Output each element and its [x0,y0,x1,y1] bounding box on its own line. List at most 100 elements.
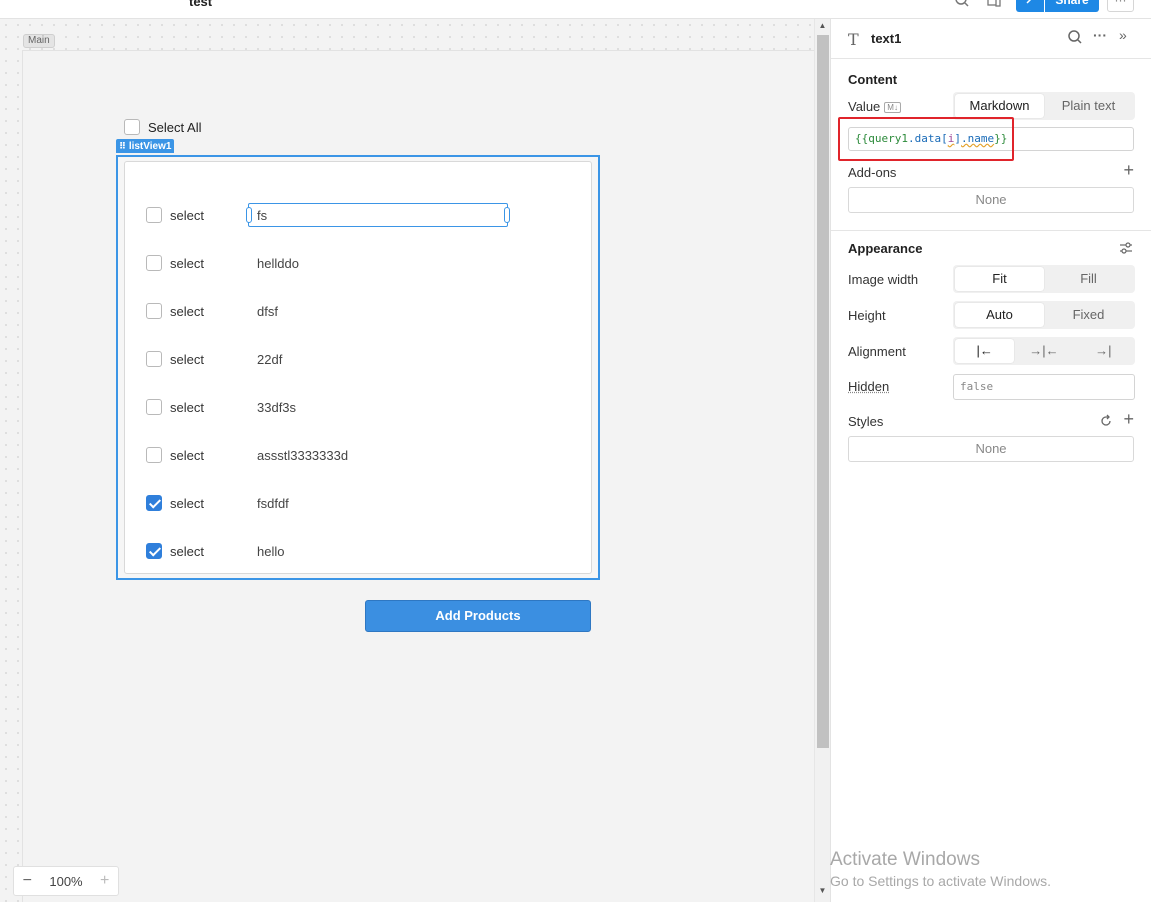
add-products-button[interactable]: Add Products [365,600,591,632]
row-checkbox[interactable] [146,255,162,271]
list-item[interactable]: select fsdfdf [125,491,593,515]
scroll-up-arrow[interactable]: ▲ [815,19,830,33]
device-preview-icon[interactable] [986,0,1004,10]
row-name-text: fs [257,208,267,223]
windows-activation-watermark: Activate Windows Go to Settings to activ… [830,849,1051,889]
row-checkbox[interactable] [146,351,162,367]
markdown-icon: M↓ [884,102,901,113]
addons-none-box[interactable]: None [848,187,1134,213]
zoom-in-button[interactable]: + [100,872,109,890]
appearance-section-title: Appearance [848,241,922,256]
listview-tag[interactable]: ⠿ listView1 [116,139,174,153]
watermark-title: Activate Windows [830,849,1051,871]
section-divider [831,230,1151,231]
app-title: test [189,0,212,9]
row-checkbox[interactable] [146,447,162,463]
zoom-out-button[interactable]: − [23,872,32,890]
list-item[interactable]: select hellddo [125,251,593,275]
hidden-label-text: Hidden [848,379,889,394]
inspector-header: T text1 ··· » [831,19,1151,59]
copy-link-button[interactable] [1016,0,1044,12]
row-checkbox[interactable] [146,303,162,319]
list-item[interactable]: select fs [125,203,593,227]
add-addon-icon[interactable]: + [1123,160,1134,181]
listview[interactable]: select fs select hellddo select dfsf select 22d… [116,155,600,580]
height-label: Height [848,308,886,323]
zoom-level: 100% [49,874,82,889]
row-checkbox[interactable] [146,207,162,223]
collapse-panel-icon[interactable]: » [1119,27,1127,43]
height-toggle: Auto Fixed [953,301,1135,329]
select-all-box[interactable] [124,119,140,135]
listview-inner: select fs select hellddo select dfsf select 22d… [124,161,592,574]
content-section-title: Content [848,72,897,87]
image-width-label: Image width [848,272,918,287]
align-left-icon[interactable]: |← [955,339,1014,363]
select-all-label: Select All [148,120,201,135]
value-label: Value M↓ [848,99,901,114]
search-icon[interactable] [1067,29,1083,48]
list-item[interactable]: select 33df3s [125,395,593,419]
resize-handle-left[interactable] [246,207,252,223]
resize-handle-right[interactable] [504,207,510,223]
more-options-button[interactable]: ··· [1107,0,1134,12]
alignment-toggle: |← →|← →| [953,337,1135,365]
row-name-text[interactable]: hellddo [257,256,299,271]
hidden-input[interactable]: false [953,374,1135,400]
select-all-checkbox[interactable]: Select All [124,119,201,135]
height-fixed-option[interactable]: Fixed [1044,303,1133,327]
zoom-control: − 100% + [13,866,119,896]
row-name-text[interactable]: hello [257,544,284,559]
scroll-thumb[interactable] [817,35,829,748]
row-checkbox[interactable] [146,399,162,415]
align-right-icon[interactable]: →| [1074,339,1133,363]
image-width-fill-option[interactable]: Fill [1044,267,1133,291]
selected-text-component[interactable]: fs [248,203,508,227]
row-checkbox-label: select [170,448,204,463]
row-name-text[interactable]: dfsf [257,304,278,319]
row-checkbox-label: select [170,304,204,319]
value-label-text: Value [848,99,880,114]
format-markdown-option[interactable]: Markdown [955,94,1044,118]
styles-none-box[interactable]: None [848,436,1134,462]
list-item[interactable]: select assstl3333333d [125,443,593,467]
row-name-text[interactable]: fsdfdf [257,496,289,511]
row-checkbox-label: select [170,496,204,511]
row-checkbox-label: select [170,256,204,271]
top-bar: test Share ··· [0,0,1151,19]
row-name-text[interactable]: 33df3s [257,400,296,415]
frame-label: Main [23,34,55,48]
format-toggle: Markdown Plain text [953,92,1135,120]
listview-tag-label: listView1 [129,141,172,152]
add-style-icon[interactable]: + [1123,409,1134,430]
reset-styles-icon[interactable] [1099,414,1113,431]
component-name[interactable]: text1 [871,31,901,46]
row-name-text[interactable]: assstl3333333d [257,448,348,463]
image-width-toggle: Fit Fill [953,265,1135,293]
more-horizontal-icon[interactable]: ··· [1093,27,1107,43]
share-button[interactable]: Share [1045,0,1099,12]
row-checkbox[interactable] [146,543,162,559]
format-plaintext-option[interactable]: Plain text [1044,94,1133,118]
editor-canvas[interactable]: Main Select All ⠿ listView1 select fs sele… [0,19,814,902]
scroll-down-arrow[interactable]: ▼ [815,884,830,898]
alignment-label: Alignment [848,344,906,359]
list-item[interactable]: select hello [125,539,593,563]
addons-label: Add-ons [848,165,896,180]
link-icon [1024,0,1036,6]
image-width-fit-option[interactable]: Fit [955,267,1044,291]
row-name-text[interactable]: 22df [257,352,282,367]
row-checkbox-label: select [170,400,204,415]
list-item[interactable]: select dfsf [125,299,593,323]
height-auto-option[interactable]: Auto [955,303,1044,327]
align-center-icon[interactable]: →|← [1014,339,1073,363]
settings-sliders-icon[interactable] [1118,240,1134,259]
styles-label: Styles [848,414,883,429]
search-icon[interactable] [954,0,972,10]
row-checkbox[interactable] [146,495,162,511]
drag-handle-icon[interactable]: ⠿ [119,141,126,151]
list-item[interactable]: select 22df [125,347,593,371]
row-checkbox-label: select [170,544,204,559]
canvas-scrollbar[interactable]: ▲ ▼ [814,19,830,902]
row-checkbox-label: select [170,352,204,367]
